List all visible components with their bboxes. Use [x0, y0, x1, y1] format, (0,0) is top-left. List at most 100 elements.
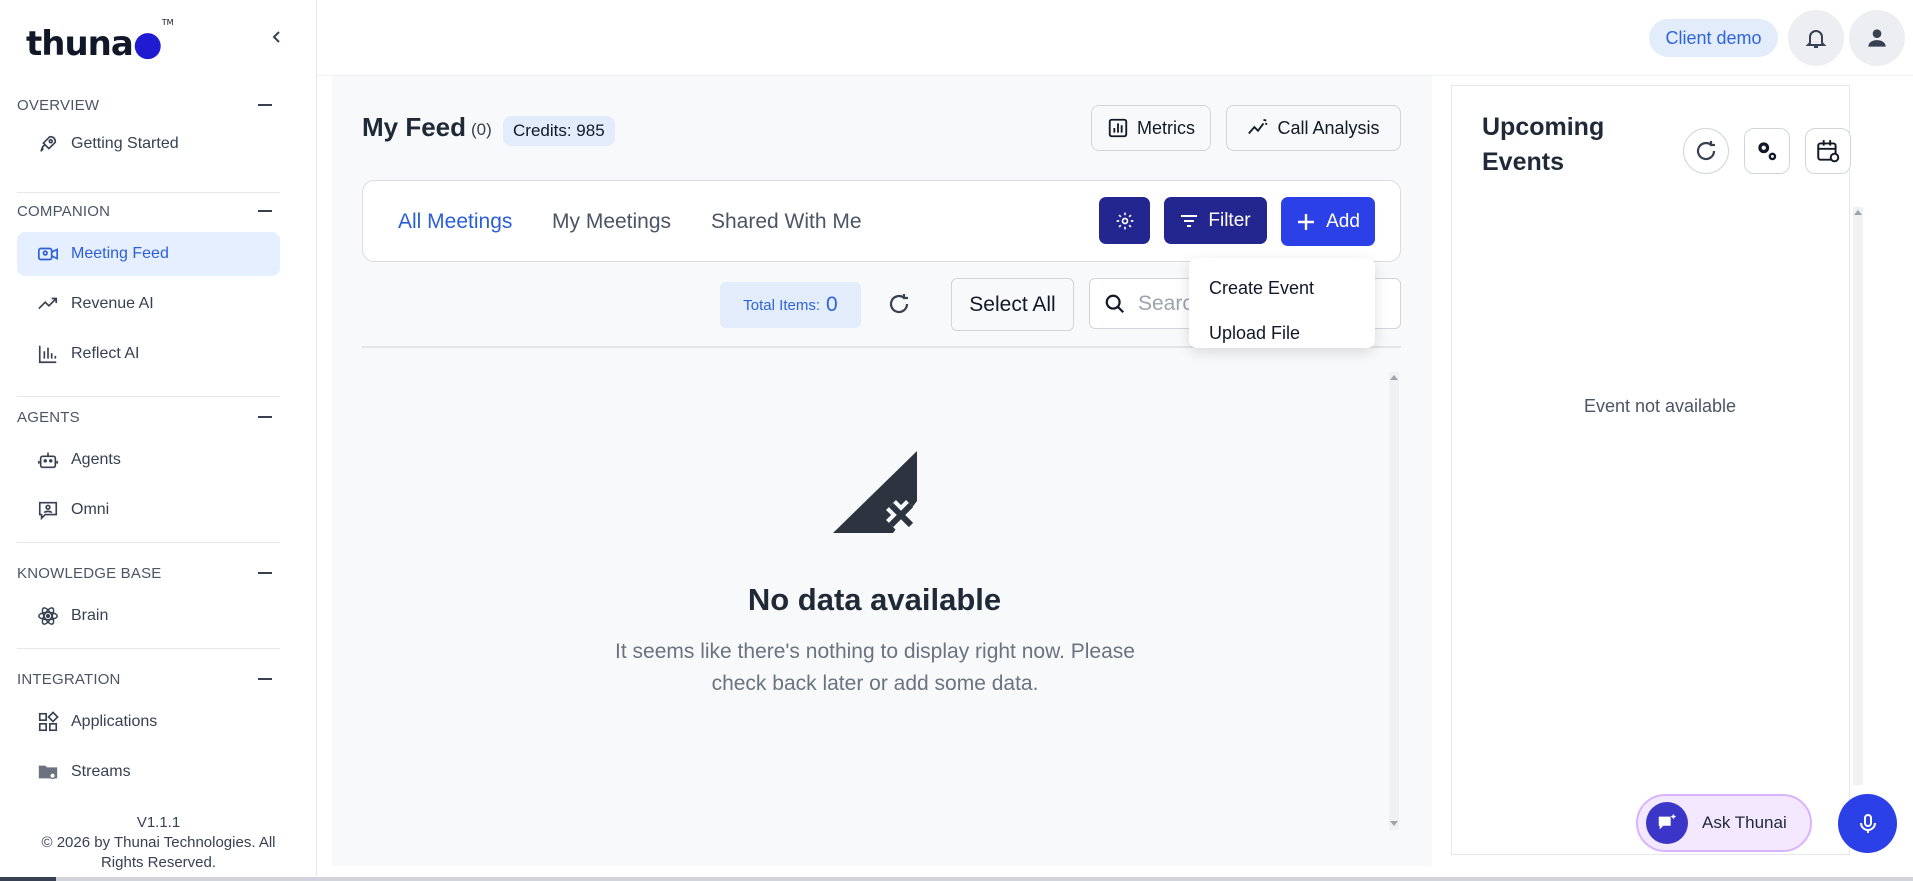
user-chat-icon: [37, 499, 59, 521]
refresh-button[interactable]: [884, 289, 914, 319]
add-menu-dropdown: Create Event Upload File: [1189, 258, 1375, 348]
total-items-badge: Total Items: 0: [720, 282, 861, 328]
logo-mark: ●: [132, 24, 163, 64]
refresh-icon: [889, 294, 909, 314]
bar-chart-icon: [37, 343, 59, 365]
scroll-up-arrow-icon[interactable]: [1854, 210, 1862, 215]
section-title: INTEGRATION: [17, 670, 121, 688]
refresh-icon: [1696, 141, 1716, 161]
menu-item-create-event[interactable]: Create Event: [1189, 266, 1375, 311]
sidebar-item-label: Applications: [71, 713, 158, 730]
section-title: AGENTS: [17, 408, 80, 426]
divider: [17, 542, 280, 543]
feed-count: (0): [471, 120, 492, 139]
section-header[interactable]: COMPANION: [17, 200, 280, 222]
tab-shared-with-me[interactable]: Shared With Me: [711, 210, 862, 234]
filter-button[interactable]: Filter: [1164, 197, 1267, 244]
events-title: Upcoming Events: [1482, 113, 1605, 176]
sidebar-item-label: Reflect AI: [71, 345, 140, 362]
collapse-minus-icon[interactable]: [258, 210, 272, 212]
sidebar-item-streams[interactable]: Streams: [17, 750, 280, 794]
upcoming-events-panel: [1451, 85, 1850, 855]
version-label: V1.1.1: [136, 814, 181, 831]
sidebar-item-label: Omni: [71, 501, 110, 518]
user-icon: [1868, 29, 1886, 47]
microphone-icon: [1859, 813, 1876, 833]
feed-scrollbar[interactable]: [1389, 372, 1399, 830]
scroll-up-arrow-icon[interactable]: [1390, 375, 1398, 380]
tab-all-meetings[interactable]: All Meetings: [398, 210, 512, 234]
menu-item-upload-file[interactable]: Upload File: [1189, 311, 1375, 356]
call-analysis-button[interactable]: Call Analysis: [1226, 105, 1401, 151]
atom-icon: [37, 605, 59, 627]
section-title: KNOWLEDGE BASE: [17, 564, 162, 582]
trend-chart-icon: [1248, 118, 1269, 135]
trend-up-icon: [37, 293, 59, 315]
bar-chart-icon: [1108, 118, 1128, 138]
scroll-down-arrow-icon[interactable]: [1390, 821, 1398, 826]
settings-button[interactable]: [1099, 197, 1150, 244]
client-selector[interactable]: Client demo: [1649, 19, 1778, 57]
divider: [17, 396, 280, 397]
calendar-sync-button[interactable]: [1805, 128, 1851, 174]
section-knowledge-base: KNOWLEDGE BASE Brain: [17, 562, 280, 638]
profile-button[interactable]: [1849, 10, 1905, 66]
collapse-minus-icon[interactable]: [258, 104, 272, 106]
sidebar-item-label: Brain: [71, 607, 109, 624]
add-button[interactable]: Add: [1281, 197, 1375, 246]
sidebar-item-applications[interactable]: Applications: [17, 700, 280, 744]
search-icon: [1105, 294, 1125, 313]
taskbar-strip: [0, 877, 1913, 881]
sidebar-item-label: Streams: [71, 763, 131, 780]
sidebar-item-label: Revenue AI: [71, 295, 154, 312]
events-scrollbar[interactable]: [1853, 207, 1863, 785]
section-header[interactable]: KNOWLEDGE BASE: [17, 562, 280, 584]
plus-icon: [1298, 213, 1315, 230]
notifications-button[interactable]: [1788, 10, 1844, 66]
collapse-minus-icon[interactable]: [258, 572, 272, 574]
events-settings-button[interactable]: [1744, 128, 1790, 174]
sidebar-item-reflect-ai[interactable]: Reflect AI: [17, 332, 280, 376]
no-signal-icon: [833, 451, 917, 533]
sidebar-item-brain[interactable]: Brain: [17, 594, 280, 638]
section-title: COMPANION: [17, 202, 111, 220]
collapse-minus-icon[interactable]: [258, 416, 272, 418]
select-all-button[interactable]: Select All: [951, 278, 1074, 331]
empty-state-description: It seems like there's nothing to display…: [615, 640, 1135, 695]
sidebar-item-label: Meeting Feed: [71, 245, 169, 262]
microphone-button[interactable]: [1838, 794, 1897, 853]
sidebar-item-omni[interactable]: Omni: [17, 488, 280, 532]
sidebar-item-revenue-ai[interactable]: Revenue AI: [17, 282, 280, 326]
gears-icon: [1758, 142, 1777, 161]
section-header[interactable]: INTEGRATION: [17, 668, 280, 690]
metrics-button[interactable]: Metrics: [1091, 105, 1211, 151]
sidebar-item-label: Agents: [71, 451, 121, 468]
logo-text: thuna: [26, 24, 134, 64]
sidebar-item-meeting-feed[interactable]: Meeting Feed: [17, 232, 280, 276]
section-integration: INTEGRATION Applications Streams: [17, 668, 280, 794]
calendar-refresh-icon: [1817, 140, 1840, 163]
tab-my-meetings[interactable]: My Meetings: [552, 210, 671, 234]
copyright-text: © 2026 by Thunai Technologies. All Right…: [41, 834, 276, 871]
collapse-minus-icon[interactable]: [258, 678, 272, 680]
ask-thunai-button[interactable]: Ask Thunai: [1636, 794, 1812, 852]
section-title: OVERVIEW: [17, 96, 100, 114]
sidebar-item-getting-started[interactable]: Getting Started: [17, 122, 280, 166]
events-refresh-button[interactable]: [1683, 128, 1729, 174]
sidebar-item-agents[interactable]: Agents: [17, 438, 280, 482]
folder-gear-icon: [37, 761, 59, 783]
section-header[interactable]: AGENTS: [17, 406, 280, 428]
taskbar-segment: [0, 877, 56, 881]
ask-thunai-label: Ask Thunai: [1702, 813, 1787, 832]
divider: [17, 648, 280, 649]
robot-icon: [37, 449, 59, 471]
collapse-sidebar-button[interactable]: [266, 26, 288, 48]
thunai-logo[interactable]: thuna● TM: [26, 18, 173, 64]
sidebar: thuna● TM OVERVIEW Getting Started COMPA…: [0, 0, 317, 881]
video-feed-icon: [37, 243, 59, 265]
apps-grid-icon: [37, 711, 59, 733]
divider: [17, 192, 280, 193]
section-header[interactable]: OVERVIEW: [17, 94, 280, 116]
filter-label: Filter: [1208, 209, 1251, 231]
rocket-icon: [37, 133, 59, 155]
